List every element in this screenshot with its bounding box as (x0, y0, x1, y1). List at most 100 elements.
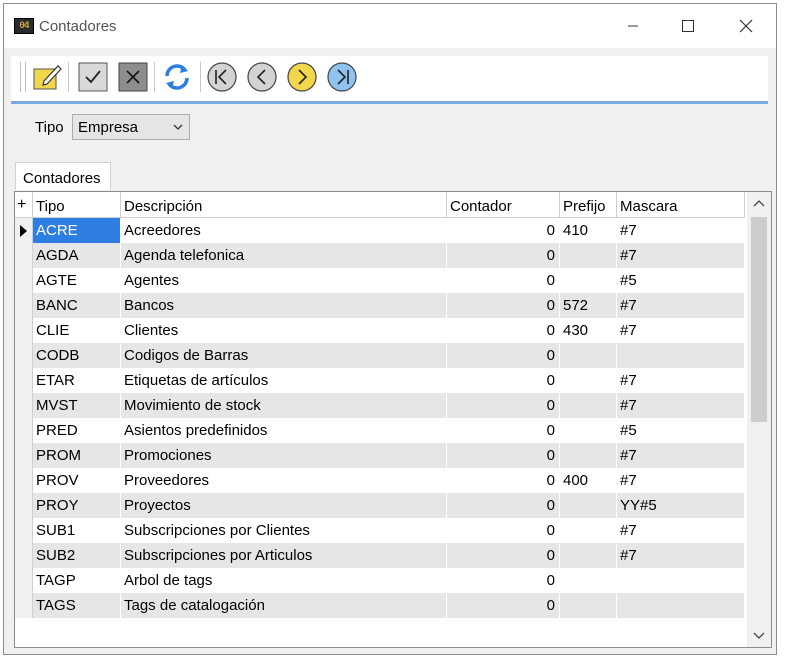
row-indicator[interactable] (15, 443, 33, 468)
cell-tipo[interactable]: TAGP (33, 568, 121, 593)
table-row[interactable]: PROM Promociones 0 #7 (15, 443, 745, 468)
row-indicator[interactable] (15, 243, 33, 268)
row-indicator[interactable] (15, 468, 33, 493)
cell-contador[interactable]: 0 (447, 443, 560, 468)
row-indicator[interactable] (15, 318, 33, 343)
cell-tipo[interactable]: ETAR (33, 368, 121, 393)
cell-descripcion[interactable]: Arbol de tags (121, 568, 447, 593)
row-indicator[interactable] (15, 493, 33, 518)
cell-contador[interactable]: 0 (447, 418, 560, 443)
vertical-scrollbar[interactable] (747, 192, 771, 647)
cell-prefijo[interactable] (560, 243, 617, 268)
cell-contador[interactable]: 0 (447, 318, 560, 343)
row-indicator[interactable] (15, 268, 33, 293)
last-record-button[interactable] (326, 61, 358, 93)
cell-mascara[interactable]: #7 (617, 543, 745, 568)
cell-mascara[interactable] (617, 343, 745, 368)
cell-mascara[interactable]: #7 (617, 518, 745, 543)
cell-prefijo[interactable] (560, 343, 617, 368)
next-record-button[interactable] (286, 61, 318, 93)
cell-mascara[interactable]: #7 (617, 218, 745, 243)
add-row-header[interactable]: + (15, 192, 33, 217)
close-button[interactable] (734, 14, 758, 38)
cell-prefijo[interactable]: 572 (560, 293, 617, 318)
cell-tipo[interactable]: SUB2 (33, 543, 121, 568)
cell-tipo[interactable]: PROM (33, 443, 121, 468)
title-bar[interactable]: 0⁄4 Contadores (4, 4, 776, 48)
table-row[interactable]: CODB Codigos de Barras 0 (15, 343, 745, 368)
cell-mascara[interactable]: #5 (617, 268, 745, 293)
row-indicator[interactable] (15, 518, 33, 543)
cell-descripcion[interactable]: Promociones (121, 443, 447, 468)
scrollbar-thumb[interactable] (751, 217, 767, 422)
cell-tipo[interactable]: AGDA (33, 243, 121, 268)
row-indicator[interactable] (15, 593, 33, 618)
row-indicator[interactable] (15, 543, 33, 568)
column-header-descripcion[interactable]: Descripción (121, 192, 447, 217)
row-indicator[interactable] (15, 293, 33, 318)
cell-tipo[interactable]: MVST (33, 393, 121, 418)
minimize-button[interactable] (621, 14, 645, 38)
cell-mascara[interactable]: YY#5 (617, 493, 745, 518)
table-row[interactable]: PROV Proveedores 0 400 #7 (15, 468, 745, 493)
column-header-contador[interactable]: Contador (447, 192, 560, 217)
cell-descripcion[interactable]: Asientos predefinidos (121, 418, 447, 443)
cell-tipo[interactable]: CODB (33, 343, 121, 368)
table-row[interactable]: SUB2 Subscripciones por Articulos 0 #7 (15, 543, 745, 568)
cell-prefijo[interactable] (560, 418, 617, 443)
cell-prefijo[interactable] (560, 443, 617, 468)
cell-contador[interactable]: 0 (447, 493, 560, 518)
cell-prefijo[interactable] (560, 568, 617, 593)
cell-contador[interactable]: 0 (447, 593, 560, 618)
toolbar-grip[interactable] (20, 62, 26, 92)
cell-mascara[interactable] (617, 568, 745, 593)
cell-contador[interactable]: 0 (447, 218, 560, 243)
cell-tipo[interactable]: ACRE (33, 218, 121, 243)
table-row[interactable]: ETAR Etiquetas de artículos 0 #7 (15, 368, 745, 393)
cell-prefijo[interactable]: 410 (560, 218, 617, 243)
previous-record-button[interactable] (246, 61, 278, 93)
cell-prefijo[interactable] (560, 493, 617, 518)
cell-tipo[interactable]: TAGS (33, 593, 121, 618)
table-row[interactable]: ACRE Acreedores 0 410 #7 (15, 218, 745, 243)
column-header-prefijo[interactable]: Prefijo (560, 192, 617, 217)
cell-contador[interactable]: 0 (447, 543, 560, 568)
cell-prefijo[interactable] (560, 368, 617, 393)
row-indicator[interactable] (15, 418, 33, 443)
cell-mascara[interactable]: #7 (617, 393, 745, 418)
cell-mascara[interactable]: #7 (617, 243, 745, 268)
cell-descripcion[interactable]: Proveedores (121, 468, 447, 493)
cancel-button[interactable] (117, 61, 149, 93)
table-row[interactable]: TAGP Arbol de tags 0 (15, 568, 745, 593)
cell-prefijo[interactable] (560, 593, 617, 618)
cell-contador[interactable]: 0 (447, 343, 560, 368)
cell-descripcion[interactable]: Agentes (121, 268, 447, 293)
scroll-down-icon[interactable] (752, 631, 766, 641)
edit-button[interactable] (31, 61, 63, 93)
cell-mascara[interactable]: #7 (617, 318, 745, 343)
table-row[interactable]: SUB1 Subscripciones por Clientes 0 #7 (15, 518, 745, 543)
cell-mascara[interactable]: #7 (617, 293, 745, 318)
row-indicator[interactable] (15, 368, 33, 393)
cell-descripcion[interactable]: Subscripciones por Clientes (121, 518, 447, 543)
row-indicator[interactable] (15, 343, 33, 368)
cell-descripcion[interactable]: Bancos (121, 293, 447, 318)
cell-descripcion[interactable]: Tags de catalogación (121, 593, 447, 618)
table-row[interactable]: PROY Proyectos 0 YY#5 (15, 493, 745, 518)
cell-contador[interactable]: 0 (447, 268, 560, 293)
cell-prefijo[interactable]: 430 (560, 318, 617, 343)
cell-contador[interactable]: 0 (447, 568, 560, 593)
cell-prefijo[interactable] (560, 518, 617, 543)
cell-contador[interactable]: 0 (447, 468, 560, 493)
cell-descripcion[interactable]: Acreedores (121, 218, 447, 243)
row-indicator[interactable] (15, 393, 33, 418)
row-indicator[interactable] (15, 568, 33, 593)
confirm-button[interactable] (77, 61, 109, 93)
first-record-button[interactable] (206, 61, 238, 93)
cell-mascara[interactable]: #7 (617, 468, 745, 493)
refresh-button[interactable] (161, 61, 193, 93)
cell-tipo[interactable]: AGTE (33, 268, 121, 293)
cell-prefijo[interactable] (560, 268, 617, 293)
cell-mascara[interactable] (617, 593, 745, 618)
cell-descripcion[interactable]: Proyectos (121, 493, 447, 518)
